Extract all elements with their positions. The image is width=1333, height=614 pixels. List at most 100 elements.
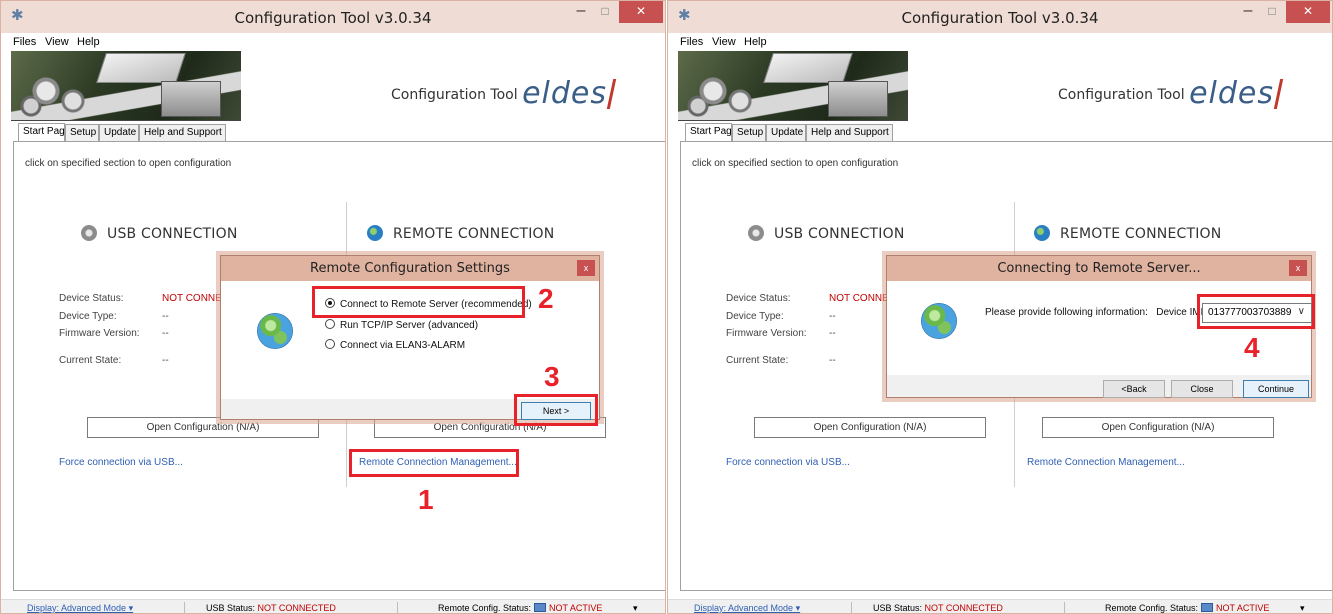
eldes-logo: eldes (522, 76, 607, 111)
network-icon (1201, 603, 1214, 612)
status-separator (1064, 602, 1065, 613)
remote-config-status: Remote Config. Status: NOT ACTIVE (438, 603, 603, 613)
title-bar[interactable]: ✱ Configuration Tool v3.0.34 – □ ✕ (1, 1, 665, 33)
status-separator (851, 602, 852, 613)
display-mode-dropdown[interactable]: Display: Advanced Mode ▾ (694, 603, 801, 613)
remote-config-status: Remote Config. Status: NOT ACTIVE (1105, 603, 1270, 613)
globe-icon (367, 225, 383, 241)
logo-accent-bar (606, 79, 617, 109)
device-status-label: Device Status: (59, 293, 124, 304)
tab-update[interactable]: Update (99, 124, 139, 141)
display-mode-dropdown[interactable]: Display: Advanced Mode ▾ (27, 603, 134, 613)
back-button[interactable]: <Back (1103, 380, 1165, 398)
device-type-value: -- (162, 311, 169, 322)
hint-text: click on specified section to open confi… (25, 158, 232, 169)
force-usb-link[interactable]: Force connection via USB... (59, 457, 183, 468)
maximize-button[interactable]: □ (593, 1, 617, 23)
dialog-close-button[interactable]: x (1289, 260, 1307, 276)
device-type-label: Device Type: (59, 311, 117, 322)
dialog-title[interactable]: Connecting to Remote Server... (887, 256, 1311, 281)
menu-files[interactable]: Files (680, 36, 703, 48)
banner: Configuration Tool eldes (1, 51, 665, 123)
status-bar: Display: Advanced Mode ▾ USB Status: NOT… (1, 599, 665, 613)
dialog-title[interactable]: Remote Configuration Settings (221, 256, 599, 281)
remote-open-configuration-button[interactable]: Open Configuration (N/A) (1042, 417, 1274, 438)
close-button[interactable]: ✕ (619, 1, 663, 23)
device-status-label: Device Status: (726, 293, 791, 304)
highlight-box-1 (349, 449, 519, 477)
circuit-board-image (678, 51, 908, 121)
minimize-button[interactable]: – (569, 1, 593, 23)
annotation-number: 1 (418, 484, 434, 515)
network-icon (534, 603, 547, 612)
tab-update[interactable]: Update (766, 124, 806, 141)
usb-status: USB Status: NOT CONNECTED (206, 603, 336, 613)
annotation-number: 4 (1244, 332, 1260, 363)
chevron-down-icon: ▾ (128, 603, 134, 613)
remote-status-dropdown[interactable]: ▾ (1300, 603, 1305, 613)
firmware-version-value: -- (829, 328, 836, 339)
continue-button[interactable]: Continue (1243, 380, 1309, 398)
menu-bar: Files View Help (668, 33, 1332, 51)
highlight-box-4 (1197, 294, 1315, 329)
option-run-tcp-ip-server[interactable]: Run TCP/IP Server (advanced) (325, 319, 478, 331)
usb-open-configuration-button[interactable]: Open Configuration (N/A) (87, 417, 319, 438)
title-bar[interactable]: ✱ Configuration Tool v3.0.34 – □ ✕ (668, 1, 1332, 33)
usb-connection-heading: USB CONNECTION (81, 225, 238, 242)
force-usb-link[interactable]: Force connection via USB... (726, 457, 850, 468)
tab-setup[interactable]: Setup (65, 124, 99, 141)
menu-view[interactable]: View (45, 36, 69, 48)
highlight-box-3 (514, 394, 598, 426)
device-type-value: -- (829, 311, 836, 322)
remote-connection-management-link[interactable]: Remote Connection Management... (1027, 457, 1185, 468)
firmware-version-value: -- (162, 328, 169, 339)
annotation-number: 3 (544, 361, 560, 392)
banner: Configuration Tool eldes (668, 51, 1332, 123)
remote-status-dropdown[interactable]: ▾ (633, 603, 638, 613)
tab-help-and-support[interactable]: Help and Support (806, 124, 893, 141)
radio-icon (325, 339, 335, 349)
remote-connection-heading: REMOTE CONNECTION (367, 225, 554, 242)
minimize-button[interactable]: – (1236, 1, 1260, 23)
annotation-number: 2 (538, 283, 554, 314)
status-separator (397, 602, 398, 613)
usb-icon (748, 225, 764, 241)
firmware-version-label: Firmware Version: (726, 328, 807, 339)
menu-files[interactable]: Files (13, 36, 36, 48)
usb-connection-heading: USB CONNECTION (748, 225, 905, 242)
menu-help[interactable]: Help (77, 36, 100, 48)
globe-icon (1034, 225, 1050, 241)
tab-start-page[interactable]: Start Page (18, 123, 70, 141)
close-button[interactable]: ✕ (1286, 1, 1330, 23)
maximize-button[interactable]: □ (1260, 1, 1284, 23)
config-tool-window-left: ✱ Configuration Tool v3.0.34 – □ ✕ Files… (0, 0, 666, 614)
usb-status: USB Status: NOT CONNECTED (873, 603, 1003, 613)
globe-icon (921, 303, 957, 339)
dialog-close-button[interactable]: x (577, 260, 595, 276)
window-title: Configuration Tool v3.0.34 (901, 9, 1099, 27)
globe-icon (257, 313, 293, 349)
highlight-box-2 (312, 286, 525, 318)
chevron-down-icon: ▾ (795, 603, 801, 613)
eldes-logo: eldes (1189, 76, 1274, 111)
tab-help-and-support[interactable]: Help and Support (139, 124, 226, 141)
option-connect-via-elan3[interactable]: Connect via ELAN3-ALARM (325, 339, 465, 351)
status-separator (184, 602, 185, 613)
current-state-label: Current State: (726, 355, 789, 366)
remote-connection-heading: REMOTE CONNECTION (1034, 225, 1221, 242)
tab-start-page[interactable]: Start Page (685, 123, 737, 141)
tab-setup[interactable]: Setup (732, 124, 766, 141)
radio-icon (325, 319, 335, 329)
banner-title: Configuration Tool (391, 87, 518, 103)
menu-view[interactable]: View (712, 36, 736, 48)
close-button[interactable]: Close (1171, 380, 1233, 398)
menu-help[interactable]: Help (744, 36, 767, 48)
logo-accent-bar (1273, 79, 1284, 109)
status-bar: Display: Advanced Mode ▾ USB Status: NOT… (668, 599, 1332, 613)
banner-title: Configuration Tool (1058, 87, 1185, 103)
usb-icon (81, 225, 97, 241)
window-title: Configuration Tool v3.0.34 (234, 9, 432, 27)
usb-open-configuration-button[interactable]: Open Configuration (N/A) (754, 417, 986, 438)
menu-bar: Files View Help (1, 33, 665, 51)
current-state-value: -- (829, 355, 836, 366)
